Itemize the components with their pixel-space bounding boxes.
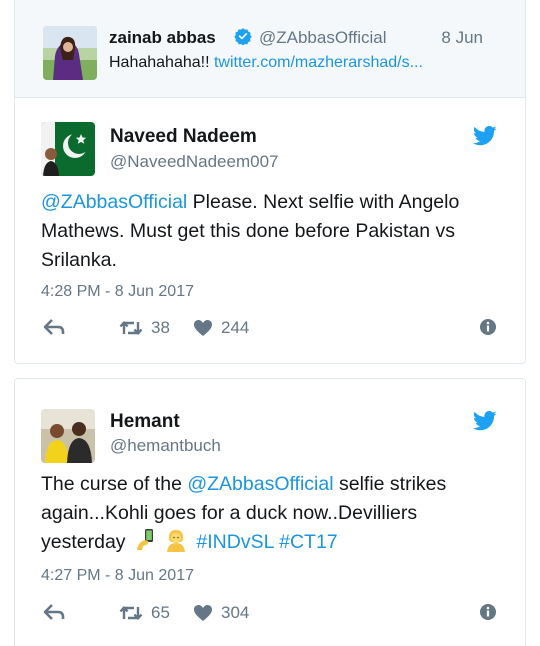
retweet-icon bbox=[119, 606, 143, 620]
verified-badge-icon bbox=[234, 28, 252, 45]
tweet-timestamp[interactable]: 4:28 PM - 8 Jun 2017 bbox=[41, 283, 194, 301]
tweet-display-name[interactable]: Hemant bbox=[110, 411, 180, 433]
info-icon bbox=[480, 319, 496, 335]
tweet-text-line-2: Mathews. Must get this done before Pakis… bbox=[41, 220, 456, 242]
reply-icon bbox=[43, 604, 65, 620]
twitter-bird-icon[interactable] bbox=[473, 411, 497, 431]
avatar-hemant[interactable] bbox=[41, 409, 95, 463]
retweet-count: 65 bbox=[151, 603, 170, 622]
heart-icon bbox=[194, 320, 212, 336]
retweet-button[interactable]: 65 bbox=[119, 603, 170, 623]
quoted-handle[interactable]: @ZAbbasOfficial bbox=[259, 28, 387, 48]
quoted-text-body: Hahahahaha!! bbox=[109, 54, 214, 71]
like-count: 244 bbox=[221, 318, 250, 337]
tweet-text-after: selfie strikes bbox=[333, 473, 447, 495]
tweet-actions: 65 304 bbox=[41, 603, 499, 627]
heart-icon bbox=[194, 605, 212, 621]
avatar-naveed[interactable] bbox=[41, 122, 95, 176]
like-count: 304 bbox=[221, 603, 250, 622]
hashtag-2[interactable]: #CT17 bbox=[279, 531, 338, 553]
tweet-timestamp[interactable]: 4:27 PM - 8 Jun 2017 bbox=[41, 567, 194, 585]
tweet-text: The curse of the @ZAbbasOfficial selfie … bbox=[41, 470, 511, 557]
selfie-emoji-icon bbox=[136, 529, 153, 550]
avatar-zainab[interactable] bbox=[43, 26, 97, 80]
person-emoji-icon bbox=[166, 530, 185, 552]
tweet-actions: 38 244 bbox=[41, 318, 499, 342]
avatar-image bbox=[41, 409, 95, 463]
quoted-date[interactable]: 8 Jun bbox=[441, 28, 483, 48]
tweet-handle[interactable]: @hemantbuch bbox=[110, 436, 221, 456]
tweet-display-name[interactable]: Naveed Nadeem bbox=[110, 126, 257, 148]
tweet-card-naveed[interactable]: Naveed Nadeem @NaveedNadeem007 @ZAbbasOf… bbox=[14, 98, 526, 364]
info-button[interactable] bbox=[479, 603, 497, 621]
tweet-text-line-1: Please. Next selfie with Angelo bbox=[187, 191, 460, 213]
info-icon bbox=[480, 604, 496, 620]
retweet-button[interactable]: 38 bbox=[119, 318, 170, 338]
tweet-card-hemant[interactable]: Hemant @hemantbuch The curse of the @ZAb… bbox=[14, 378, 526, 646]
reply-button[interactable] bbox=[43, 603, 65, 621]
tweet-handle[interactable]: @NaveedNadeem007 bbox=[110, 152, 278, 172]
tweet-mention[interactable]: @ZAbbasOfficial bbox=[41, 191, 187, 213]
tweet-text-before: The curse of the bbox=[41, 473, 188, 495]
quoted-text: Hahahahaha!! twitter.com/mazherarshad/s.… bbox=[109, 54, 509, 72]
tweet-mention[interactable]: @ZAbbasOfficial bbox=[187, 473, 333, 495]
tweet-text: @ZAbbasOfficial Please. Next selfie with… bbox=[41, 188, 511, 275]
retweet-count: 38 bbox=[151, 318, 170, 337]
info-button[interactable] bbox=[479, 318, 497, 336]
tweet-text-line-2: again...Kohli goes for a duck now..Devil… bbox=[41, 502, 418, 524]
tweet-text-line-3: Srilanka. bbox=[41, 249, 117, 271]
like-button[interactable]: 304 bbox=[193, 603, 249, 623]
twitter-bird-icon[interactable] bbox=[473, 126, 497, 146]
quoted-display-name[interactable]: zainab abbas bbox=[109, 28, 216, 48]
reply-button[interactable] bbox=[43, 318, 65, 336]
retweet-icon bbox=[119, 321, 143, 335]
like-button[interactable]: 244 bbox=[193, 318, 249, 338]
quoted-link[interactable]: twitter.com/mazherarshad/s... bbox=[214, 54, 423, 71]
reply-icon bbox=[43, 319, 65, 335]
quoted-tweet[interactable]: zainab abbas @ZAbbasOfficial 8 Jun Hahah… bbox=[14, 0, 526, 98]
hashtag-1[interactable]: #INDvSL bbox=[196, 531, 273, 553]
avatar-image bbox=[43, 26, 97, 80]
tweet-text-line-3: yesterday bbox=[41, 531, 126, 553]
avatar-image bbox=[41, 122, 95, 176]
